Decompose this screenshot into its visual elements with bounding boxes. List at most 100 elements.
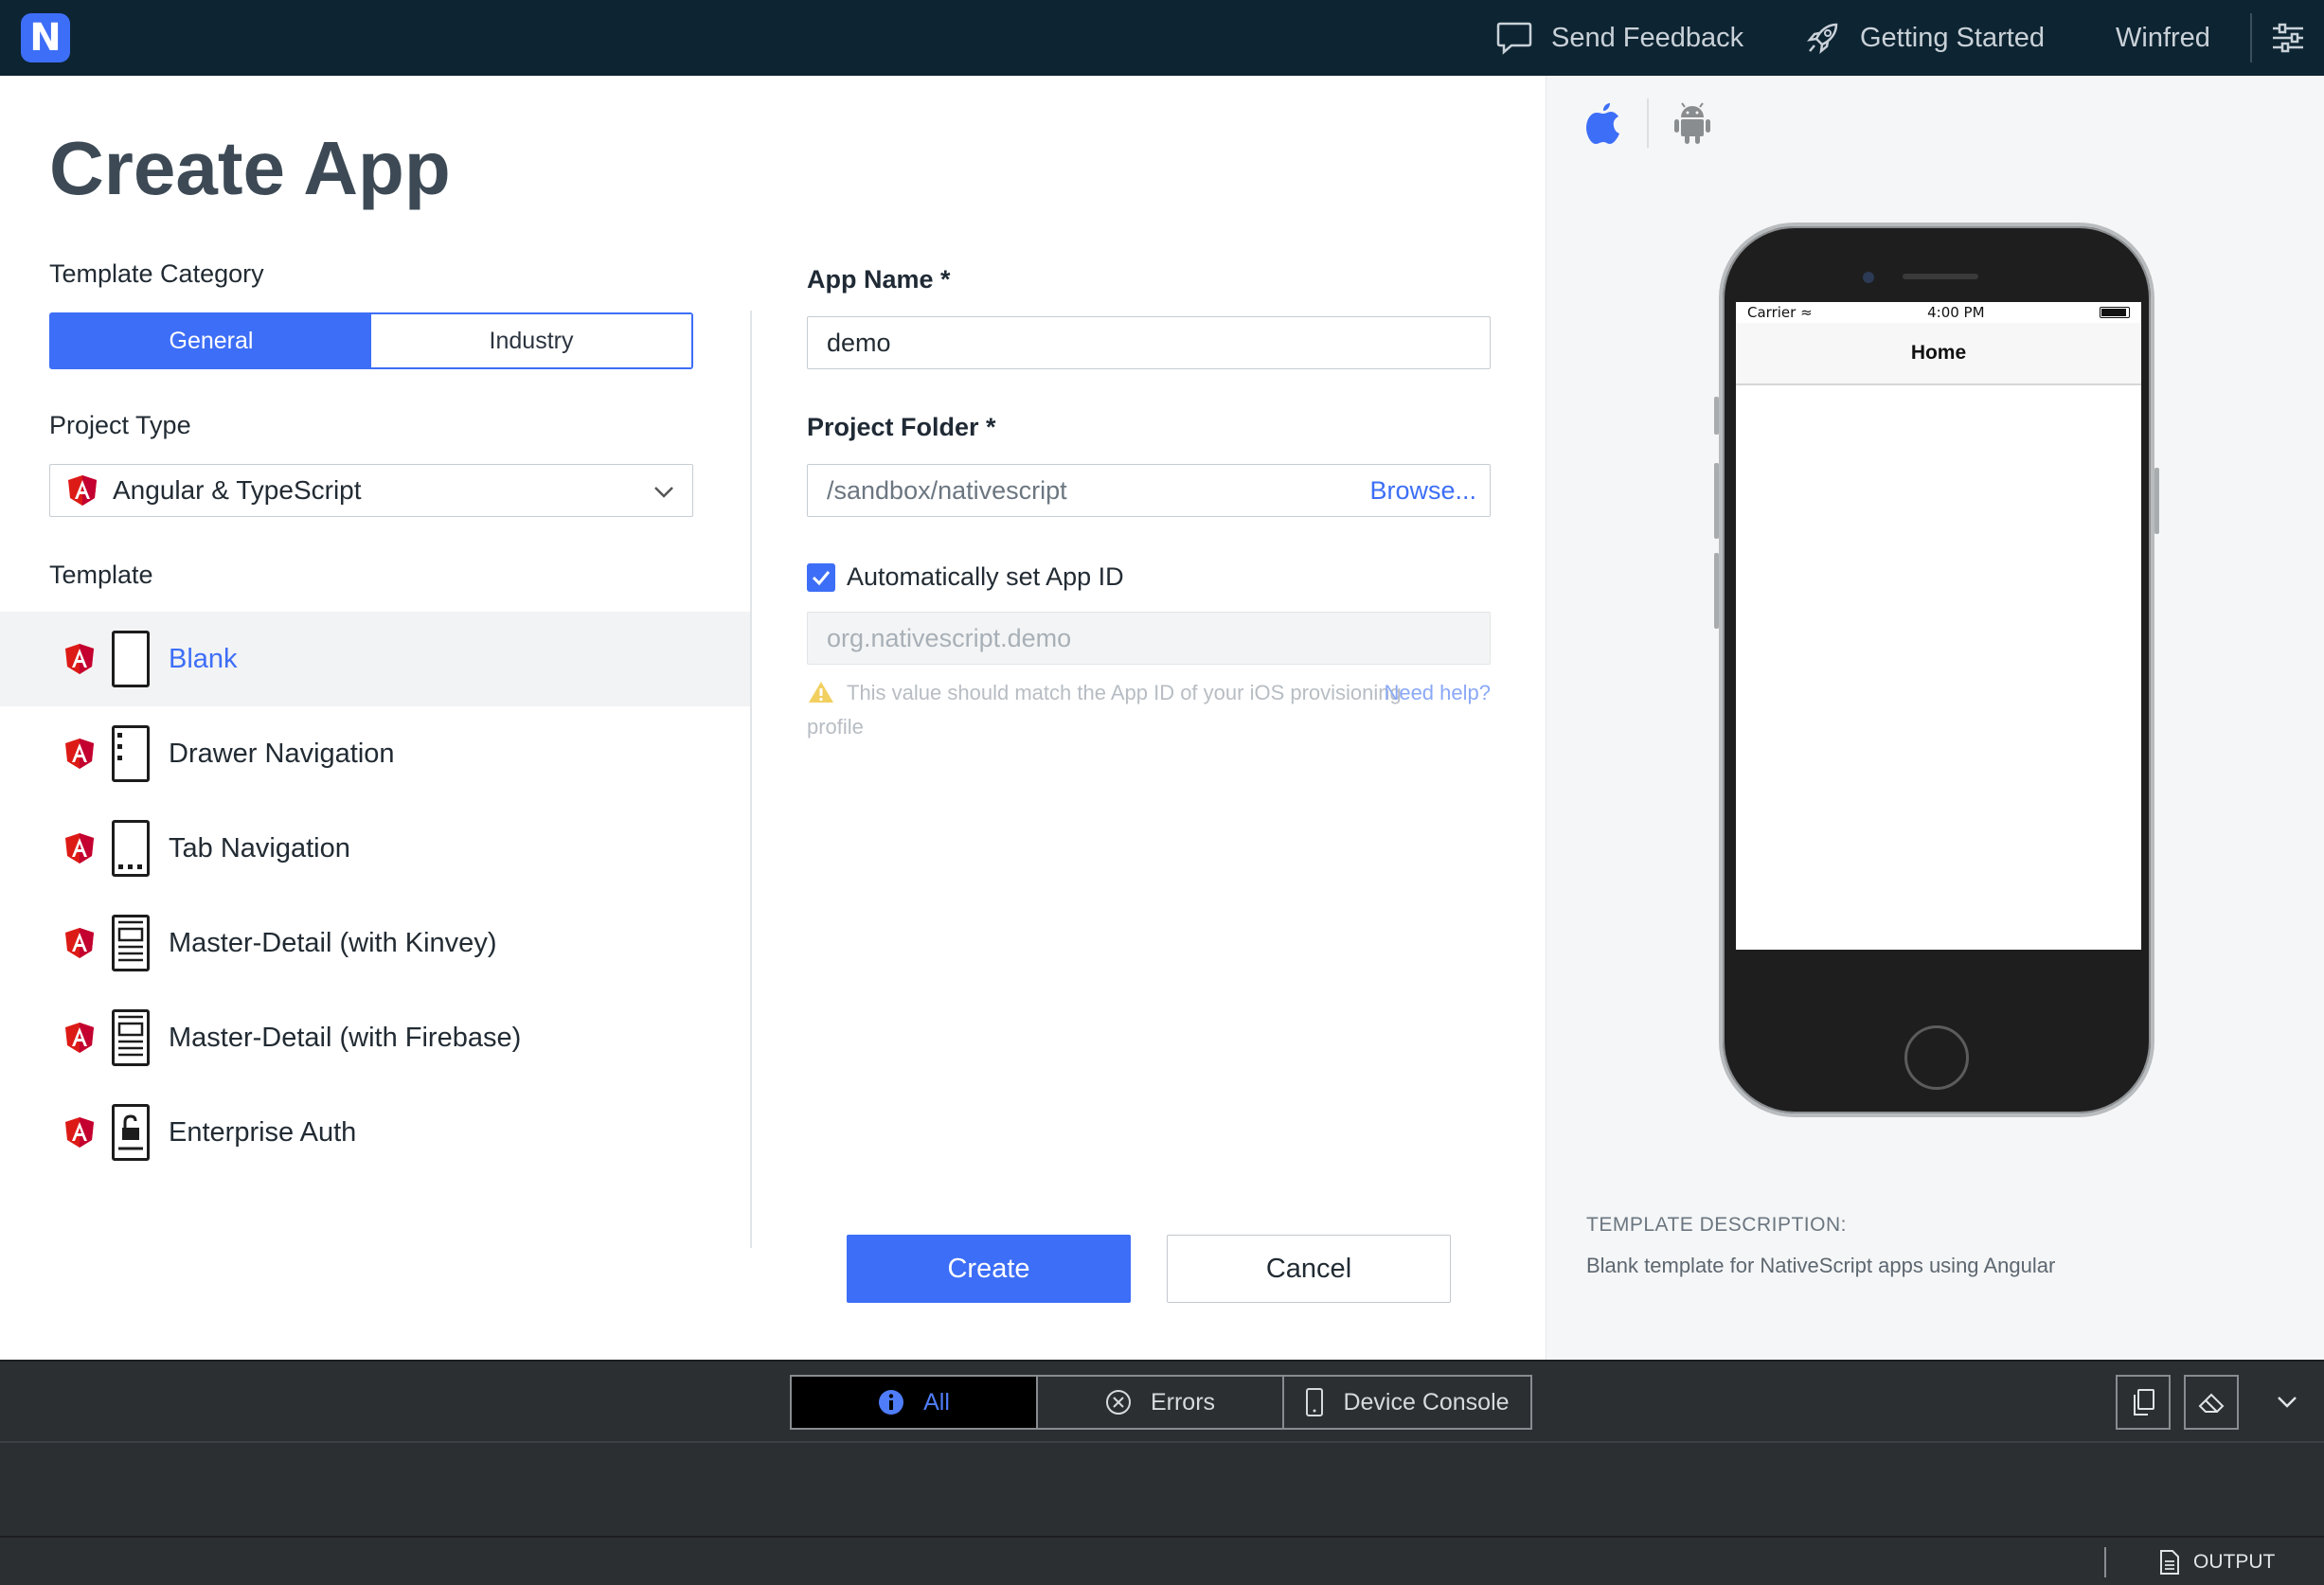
apple-icon[interactable] [1584,101,1622,145]
app-name-input[interactable]: demo [807,316,1491,369]
settings-button[interactable] [2271,0,2324,76]
wifi-icon: ≈ [1800,304,1813,321]
angular-icon [65,739,94,769]
template-item-drawer-navigation[interactable]: Drawer Navigation [0,706,750,801]
platform-divider [1647,98,1649,148]
console-tab-all[interactable]: All [792,1377,1038,1428]
angular-icon [65,1023,94,1053]
angular-icon [65,644,94,674]
project-type-value: Angular & TypeScript [113,475,362,505]
app-id-input[interactable]: org.nativescript.demo [807,612,1491,665]
topbar-divider [2250,13,2252,62]
output-panel-button[interactable]: OUTPUT [2159,1538,2275,1585]
battery-icon [2100,307,2130,318]
angular-icon [65,928,94,958]
phone-volume-down [1714,553,1719,629]
document-icon [2160,1550,2179,1575]
user-menu[interactable]: Winfred [2116,0,2210,76]
collapse-chevron-icon[interactable] [2275,1390,2299,1415]
console-output-area[interactable] [0,1441,2324,1536]
template-label: Template [49,561,153,589]
send-feedback-button[interactable]: Send Feedback [1496,0,1743,76]
project-folder-input[interactable]: /sandbox/nativescript Browse... [807,464,1491,517]
copy-output-button[interactable] [2116,1375,2171,1430]
footer-divider [2104,1547,2106,1577]
project-type-select[interactable]: Angular & TypeScript [49,464,693,517]
platform-tabs [1584,98,1711,148]
template-item-tab-navigation[interactable]: Tab Navigation [0,801,750,896]
blank-template-thumbnail-icon [112,631,150,687]
browse-link[interactable]: Browse... [1369,476,1476,506]
template-item-master-detail-kinvey[interactable]: Master-Detail (with Kinvey) [0,896,750,990]
console-toolbar: All Errors Device Console [0,1360,2324,1441]
carrier-label: Carrier ≈ [1747,304,1813,321]
app-id-value: org.nativescript.demo [827,623,1072,652]
category-general-button[interactable]: General [51,314,371,367]
template-item-label: Enterprise Auth [169,1116,357,1148]
tabs-template-thumbnail-icon [112,820,150,877]
need-help-link[interactable]: Need help? [1384,676,1491,710]
project-type-label: Project Type [49,411,191,439]
nativescript-logo-icon[interactable]: N [21,13,70,62]
template-item-master-detail-firebase[interactable]: Master-Detail (with Firebase) [0,990,750,1085]
template-item-label: Blank [169,643,238,674]
eraser-icon [2198,1393,2225,1413]
phone-home-button [1904,1025,1969,1090]
app-name-value: demo [827,328,891,357]
user-name: Winfred [2116,22,2210,53]
angular-icon [65,1117,94,1148]
phone-preview: Carrier ≈ 4:00 PM Home [1714,223,2159,1117]
master-detail-template-thumbnail-icon [112,915,150,971]
template-item-label: Tab Navigation [169,832,350,864]
getting-started-button[interactable]: Getting Started [1805,0,2045,76]
console-tab-device-console[interactable]: Device Console [1284,1377,1530,1428]
info-icon [879,1390,904,1415]
preview-panel: Carrier ≈ 4:00 PM Home TEMPLATE DESCRIPT… [1546,76,2324,1360]
android-icon[interactable] [1673,101,1711,145]
project-folder-value: /sandbox/nativescript [827,475,1067,505]
lock-template-thumbnail-icon [112,1104,150,1161]
column-divider [750,311,752,1248]
rocket-icon [1806,23,1838,55]
checkmark-icon [812,570,831,585]
phone-speaker [1903,274,1978,279]
app-id-warning: This value should match the App ID of yo… [807,676,1491,744]
console-tabs: All Errors Device Console [790,1375,1532,1430]
template-item-blank[interactable]: Blank [0,612,750,706]
auto-app-id-label: Automatically set App ID [847,562,1124,591]
drawer-template-thumbnail-icon [112,725,150,782]
sliders-icon [2273,23,2303,53]
output-label: OUTPUT [2193,1551,2276,1573]
template-item-label: Drawer Navigation [169,738,395,769]
clear-output-button[interactable] [2184,1375,2239,1430]
template-category-toggle: General Industry [49,312,693,369]
console-tab-errors[interactable]: Errors [1038,1377,1284,1428]
phone-power-button [2154,468,2159,534]
phone-status-bar: Carrier ≈ 4:00 PM [1736,302,2141,323]
template-item-label: Master-Detail (with Kinvey) [169,927,497,958]
status-footer: OUTPUT [0,1536,2324,1585]
category-industry-button[interactable]: Industry [371,314,691,367]
phone-camera [1863,272,1874,283]
template-item-enterprise-auth[interactable]: Enterprise Auth [0,1085,750,1180]
speech-bubble-icon [1496,22,1532,55]
template-category-label: Template Category [49,259,264,288]
status-time: 4:00 PM [1927,304,1985,321]
send-feedback-label: Send Feedback [1551,22,1744,53]
console-tab-errors-label: Errors [1150,1388,1216,1416]
master-detail-template-thumbnail-icon [112,1009,150,1066]
create-button[interactable]: Create [847,1235,1131,1303]
angular-icon [68,475,97,506]
phone-nav-bar: Home [1736,323,2141,385]
template-description-text: Blank template for NativeScript apps usi… [1586,1254,2056,1277]
phone-screen: Carrier ≈ 4:00 PM Home [1736,302,2141,950]
error-circle-icon [1105,1390,1131,1415]
app-name-label: App Name * [807,265,951,294]
cancel-button[interactable]: Cancel [1167,1235,1451,1303]
template-list: Blank Drawer Navigation Tab Navigation M… [0,612,750,1180]
auto-app-id-row: Automatically set App ID [807,562,1124,592]
phone-nav-title: Home [1910,342,1967,364]
page-title: Create App [49,126,451,210]
template-description-title: TEMPLATE DESCRIPTION: [1586,1214,1847,1236]
auto-app-id-checkbox[interactable] [807,562,835,592]
